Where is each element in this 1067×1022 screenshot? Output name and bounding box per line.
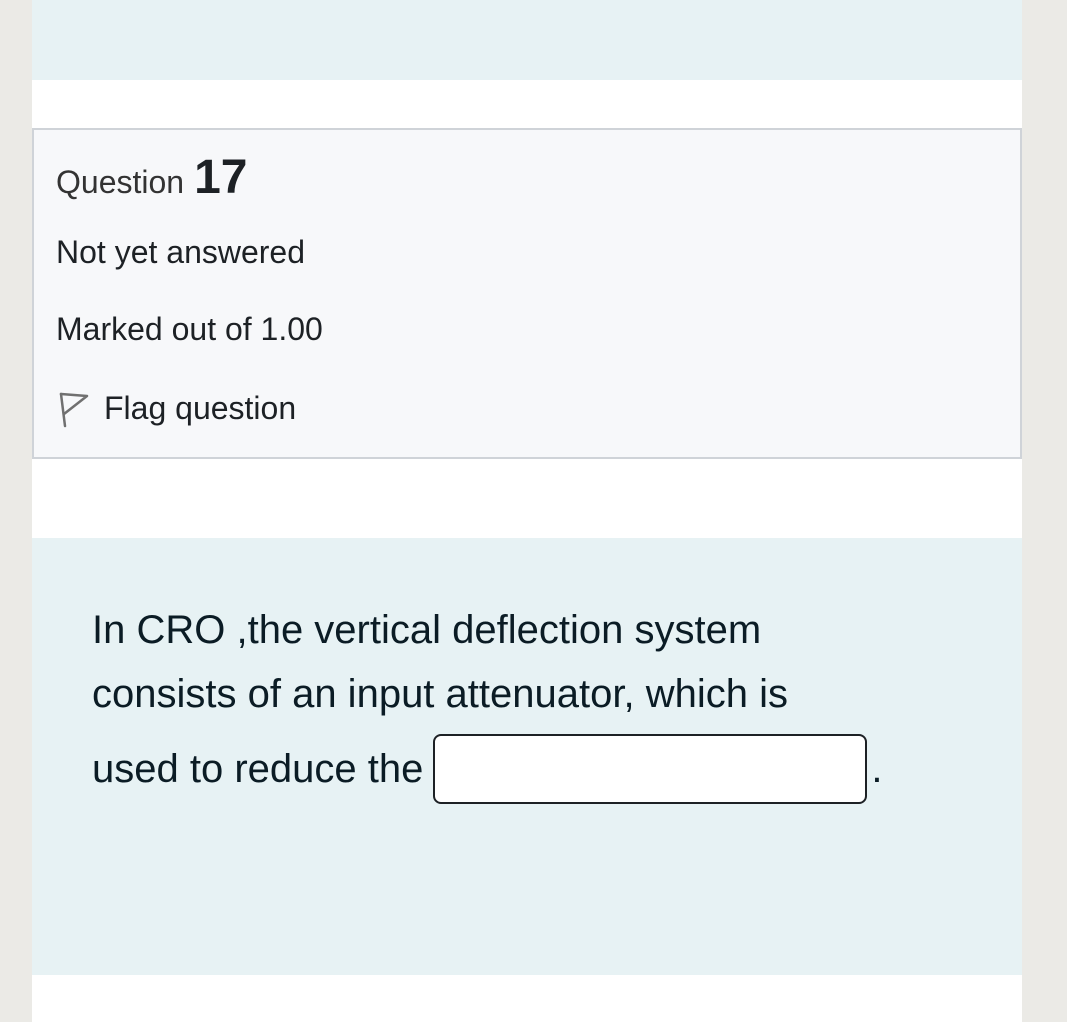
previous-question-band	[32, 0, 1022, 80]
question-state: Not yet answered	[56, 234, 306, 270]
flag-question-link[interactable]: Flag question	[56, 386, 296, 430]
page-column: Question 17 Not yet answered Marked out o…	[32, 0, 1022, 1022]
flag-question-label: Flag question	[104, 389, 297, 426]
question-text-line-1: In CRO ,the vertical deflection system	[92, 608, 762, 652]
question-text: In CRO ,the vertical deflection system c…	[92, 598, 972, 804]
question-text-line-2: consists of an input attenuator, which i…	[92, 672, 788, 716]
flag-icon	[56, 388, 90, 428]
question-number-heading: Question 17	[56, 150, 247, 205]
question-number: 17	[194, 151, 248, 204]
question-grade: Marked out of 1.00	[56, 311, 323, 347]
question-text-line-3: used to reduce the .	[92, 734, 972, 804]
answer-input[interactable]	[433, 734, 868, 804]
question-text-line-3-label: used to reduce the	[92, 747, 424, 791]
question-word: Question	[56, 164, 185, 200]
question-trailing-period: .	[871, 747, 883, 791]
